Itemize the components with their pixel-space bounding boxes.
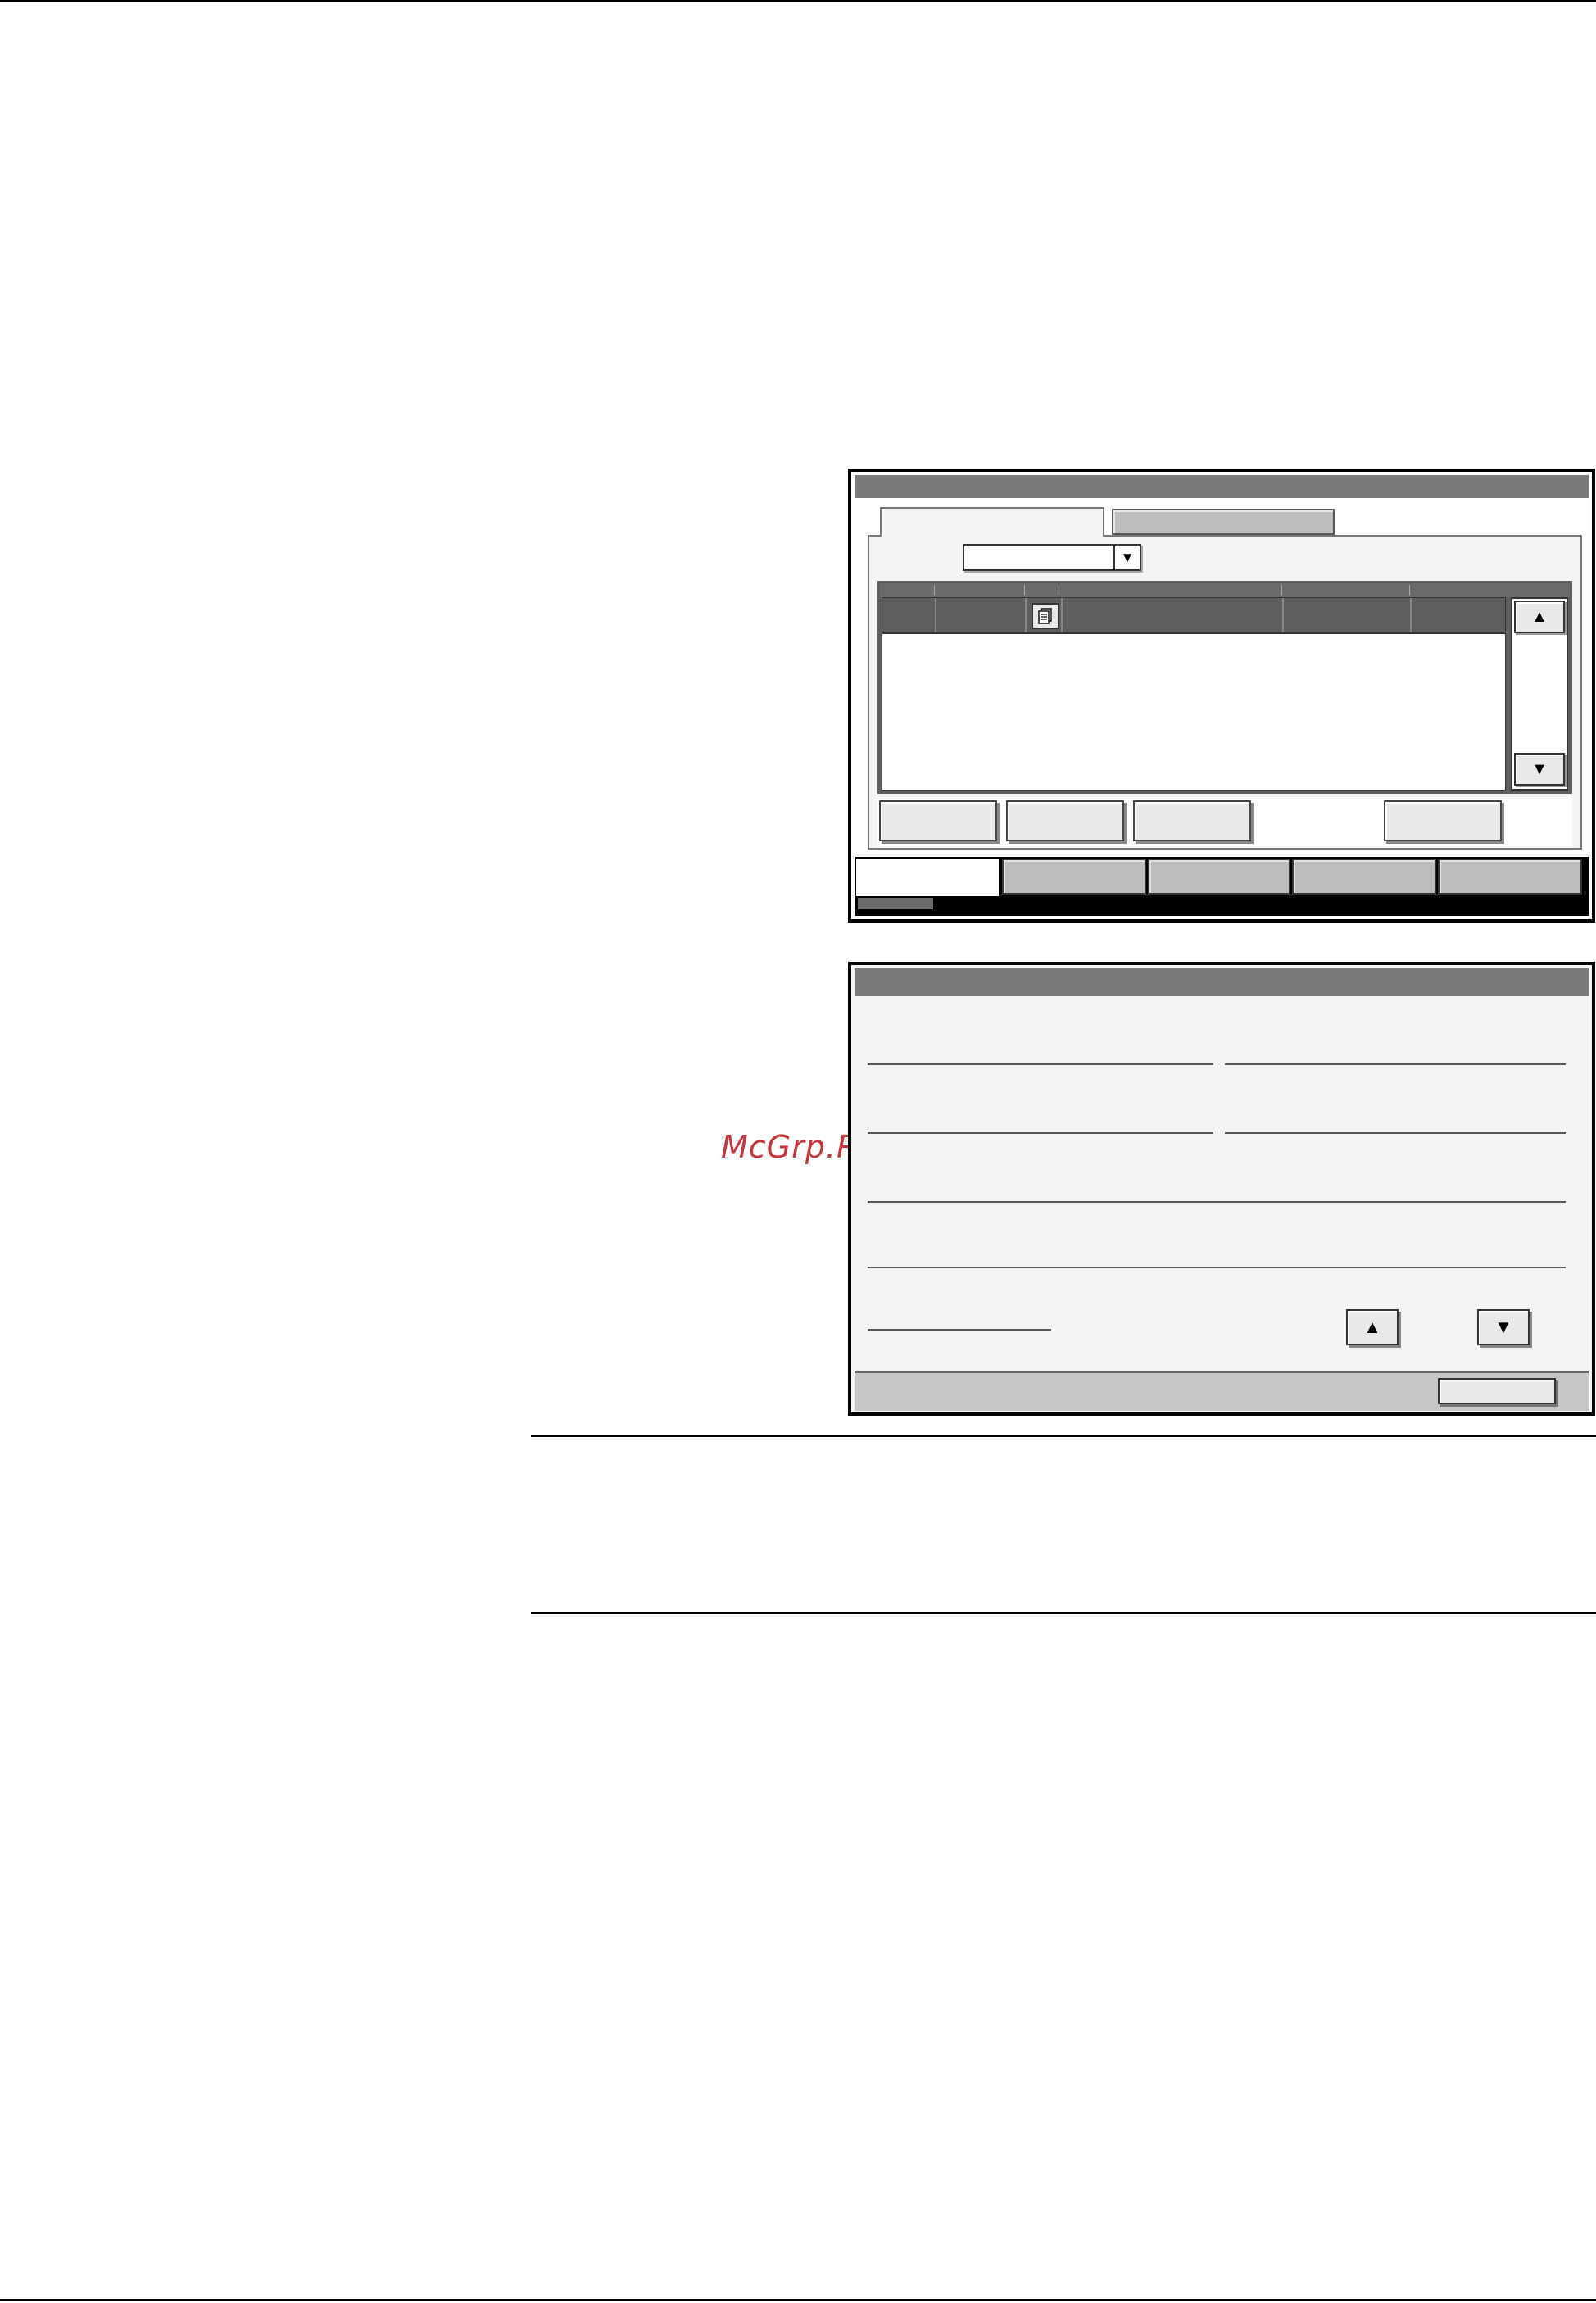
column-divider	[1410, 598, 1412, 632]
field-underline	[868, 1063, 1213, 1065]
column-divider	[1061, 598, 1063, 632]
tab-job-status[interactable]	[880, 507, 1104, 537]
action-button-detail[interactable]	[1384, 800, 1502, 841]
column-divider	[935, 598, 936, 632]
close-button[interactable]	[1438, 1378, 1556, 1404]
screen-title-bar	[855, 475, 1589, 498]
field-underline	[868, 1329, 1051, 1331]
scroll-up-button[interactable]: ▲	[1514, 601, 1565, 633]
field-underline	[1225, 1132, 1566, 1134]
note-rule-top	[531, 1435, 1596, 1437]
chevron-up-icon: ▲	[1531, 607, 1548, 626]
action-button-1[interactable]	[879, 800, 997, 841]
job-detail-screen: ▲ ▼	[848, 962, 1595, 1416]
job-list: ▲ ▼	[877, 581, 1572, 794]
bottom-tab-2[interactable]	[1002, 859, 1146, 895]
job-list-frame: ▼ ▲ ▼	[868, 535, 1582, 850]
tab-job-log[interactable]	[1112, 509, 1335, 535]
field-underline	[868, 1267, 1566, 1268]
job-list-scrollbar[interactable]: ▲ ▼	[1511, 597, 1568, 791]
action-button-2[interactable]	[1006, 800, 1124, 841]
chevron-down-icon: ▼	[1531, 759, 1548, 778]
column-divider	[934, 585, 935, 596]
bottom-tab-3[interactable]	[1148, 859, 1290, 895]
bottom-tab-1[interactable]	[856, 859, 999, 896]
copy-job-icon	[1032, 603, 1059, 629]
chevron-down-icon: ▼	[1113, 546, 1140, 569]
field-underline	[1225, 1063, 1566, 1065]
page-up-button[interactable]: ▲	[1346, 1309, 1399, 1345]
chevron-up-icon: ▲	[1363, 1317, 1381, 1337]
screen-title-bar	[855, 968, 1589, 996]
status-indicator	[858, 898, 933, 909]
note-rule-bottom	[531, 1612, 1596, 1614]
action-button-3[interactable]	[1133, 800, 1251, 841]
chevron-down-icon: ▼	[1494, 1317, 1512, 1337]
column-divider	[1282, 598, 1284, 632]
column-divider	[1409, 585, 1410, 596]
bottom-tab-5[interactable]	[1438, 859, 1582, 895]
page-down-button[interactable]: ▼	[1477, 1309, 1530, 1345]
column-divider	[1025, 598, 1027, 632]
field-underline	[868, 1201, 1566, 1203]
scroll-down-button[interactable]: ▼	[1514, 753, 1565, 786]
table-row[interactable]	[882, 598, 1505, 634]
column-divider	[1281, 585, 1282, 596]
column-divider	[1024, 585, 1025, 596]
detail-footer	[855, 1371, 1589, 1411]
job-status-screen: ▼ ▲ ▼	[848, 469, 1595, 923]
job-type-select[interactable]: ▼	[963, 544, 1141, 571]
top-rule	[0, 0, 1596, 2]
bottom-tab-4[interactable]	[1292, 859, 1436, 895]
job-list-body	[882, 597, 1506, 791]
job-list-header	[880, 583, 1570, 597]
bottom-rule	[0, 2299, 1596, 2301]
bottom-tab-bar	[855, 857, 1589, 916]
field-underline	[868, 1132, 1213, 1134]
